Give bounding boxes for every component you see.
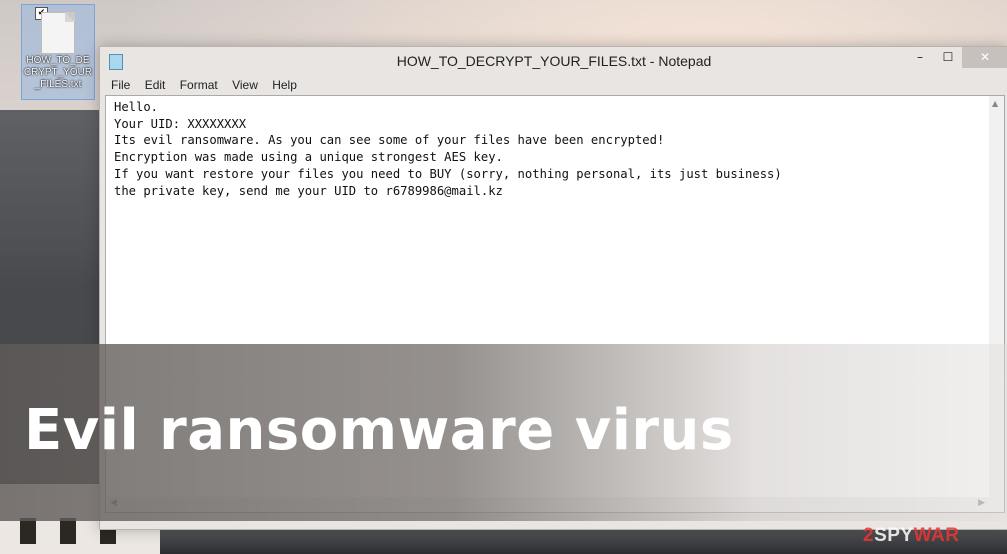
- close-button[interactable]: ✕: [962, 47, 1007, 68]
- chevron-up-icon[interactable]: ▲: [992, 99, 998, 108]
- maximize-button[interactable]: ☐: [934, 47, 962, 68]
- house-window: [20, 518, 36, 544]
- window-title: HOW_TO_DECRYPT_YOUR_FILES.txt - Notepad: [396, 53, 712, 69]
- menu-edit[interactable]: Edit: [145, 75, 166, 92]
- menu-format[interactable]: Format: [180, 75, 218, 92]
- editor-content[interactable]: Hello. Your UID: XXXXXXXX Its evil ransomw…: [114, 99, 782, 199]
- menu-file[interactable]: File: [111, 75, 130, 92]
- menu-help[interactable]: Help: [272, 75, 297, 92]
- menu-bar: File Edit Format View Help: [100, 75, 1007, 95]
- watermark-prefix: 2: [863, 525, 875, 546]
- minimize-button[interactable]: –: [906, 47, 934, 68]
- watermark-mid: SPY: [874, 525, 914, 546]
- site-watermark: 2SPYWAR: [863, 525, 959, 547]
- desktop-file-label: HOW_TO_DECRYPT_YOUR_FILES.txt: [23, 55, 93, 90]
- text-line: the private key, send me your UID to r67…: [114, 183, 503, 198]
- text-line: Hello.: [114, 100, 159, 114]
- text-line: Encryption was made using a unique stron…: [114, 150, 503, 165]
- title-bar[interactable]: HOW_TO_DECRYPT_YOUR_FILES.txt - Notepad …: [100, 47, 1007, 75]
- overlay-headline: Evil ransomware virus: [24, 398, 734, 463]
- text-line: Your UID: XXXXXXXX: [114, 116, 247, 131]
- desktop-file-icon[interactable]: ✔ HOW_TO_DECRYPT_YOUR_FILES.txt: [21, 4, 95, 100]
- menu-view[interactable]: View: [232, 75, 258, 92]
- text-line: Its evil ransomware. As you can see some…: [114, 133, 665, 148]
- watermark-suffix: WAR: [913, 525, 960, 546]
- text-line: If you want restore your files you need …: [114, 166, 782, 181]
- text-file-icon: [41, 12, 75, 54]
- house-window: [60, 518, 76, 544]
